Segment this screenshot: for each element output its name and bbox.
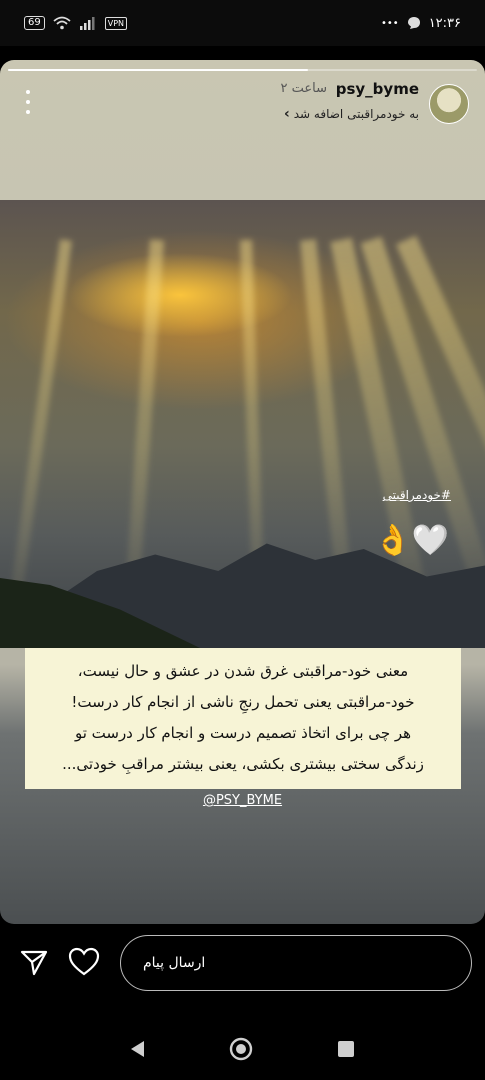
highlight-link[interactable]: ‹ به خودمراقبتی اضافه شد — [284, 106, 419, 122]
hashtag-sticker[interactable]: #خودمراقبتی — [383, 488, 451, 502]
status-bar: 69 VPN ••• ۱۲:۳۶ — [0, 0, 485, 46]
caption-box: معنی خود-مراقبتی غرق شدن در عشق و حال نی… — [25, 648, 461, 789]
highlight-label: به خودمراقبتی اضافه شد — [293, 107, 419, 121]
story-image: #خودمراقبتی 👌🤍 — [0, 200, 485, 648]
story-username[interactable]: psy_byme — [336, 80, 419, 98]
story-time: ۲ ساعت — [280, 81, 327, 96]
home-icon[interactable] — [229, 1037, 253, 1061]
chevron-left-icon: ‹ — [283, 106, 290, 122]
reply-input[interactable]: ارسال پیام — [120, 935, 472, 991]
heart-icon[interactable] — [67, 946, 101, 978]
avatar[interactable] — [429, 84, 469, 124]
system-nav-bar — [0, 1018, 485, 1080]
emoji-sticker: 👌🤍 — [374, 523, 449, 558]
story-viewer[interactable]: ۲ ساعت psy_byme ‹ به خودمراقبتی اضافه شد… — [0, 60, 485, 924]
caption-line: هر چی برای اتخاذ تصمیم درست و انجام کار … — [74, 724, 412, 742]
back-icon[interactable] — [128, 1039, 146, 1059]
more-options-icon[interactable] — [22, 90, 34, 114]
battery-indicator: 69 — [24, 16, 45, 30]
clock: ۱۲:۳۶ — [428, 15, 461, 31]
signal-icon — [79, 17, 95, 30]
chat-bubble-icon — [407, 17, 420, 29]
caption-line: زندگی سختی بیشتری بکشی، یعنی بیشتر مراقب… — [62, 755, 424, 773]
vpn-badge: VPN — [104, 16, 128, 30]
story-progress-bar — [8, 69, 477, 71]
reply-bar: ارسال پیام — [0, 932, 485, 997]
story-header: ۲ ساعت psy_byme ‹ به خودمراقبتی اضافه شد — [0, 80, 485, 130]
wifi-icon — [53, 16, 71, 30]
reply-placeholder: ارسال پیام — [143, 955, 206, 971]
caption-line: معنی خود-مراقبتی غرق شدن در عشق و حال نی… — [77, 662, 409, 680]
caption-line: خود-مراقبتی یعنی تحمل رنجِ ناشی از انجام… — [71, 693, 415, 711]
recents-icon[interactable] — [338, 1041, 354, 1057]
send-icon[interactable] — [18, 946, 50, 978]
overflow-dots: ••• — [380, 17, 399, 29]
mention-handle[interactable]: @PSY_BYME — [0, 793, 485, 808]
